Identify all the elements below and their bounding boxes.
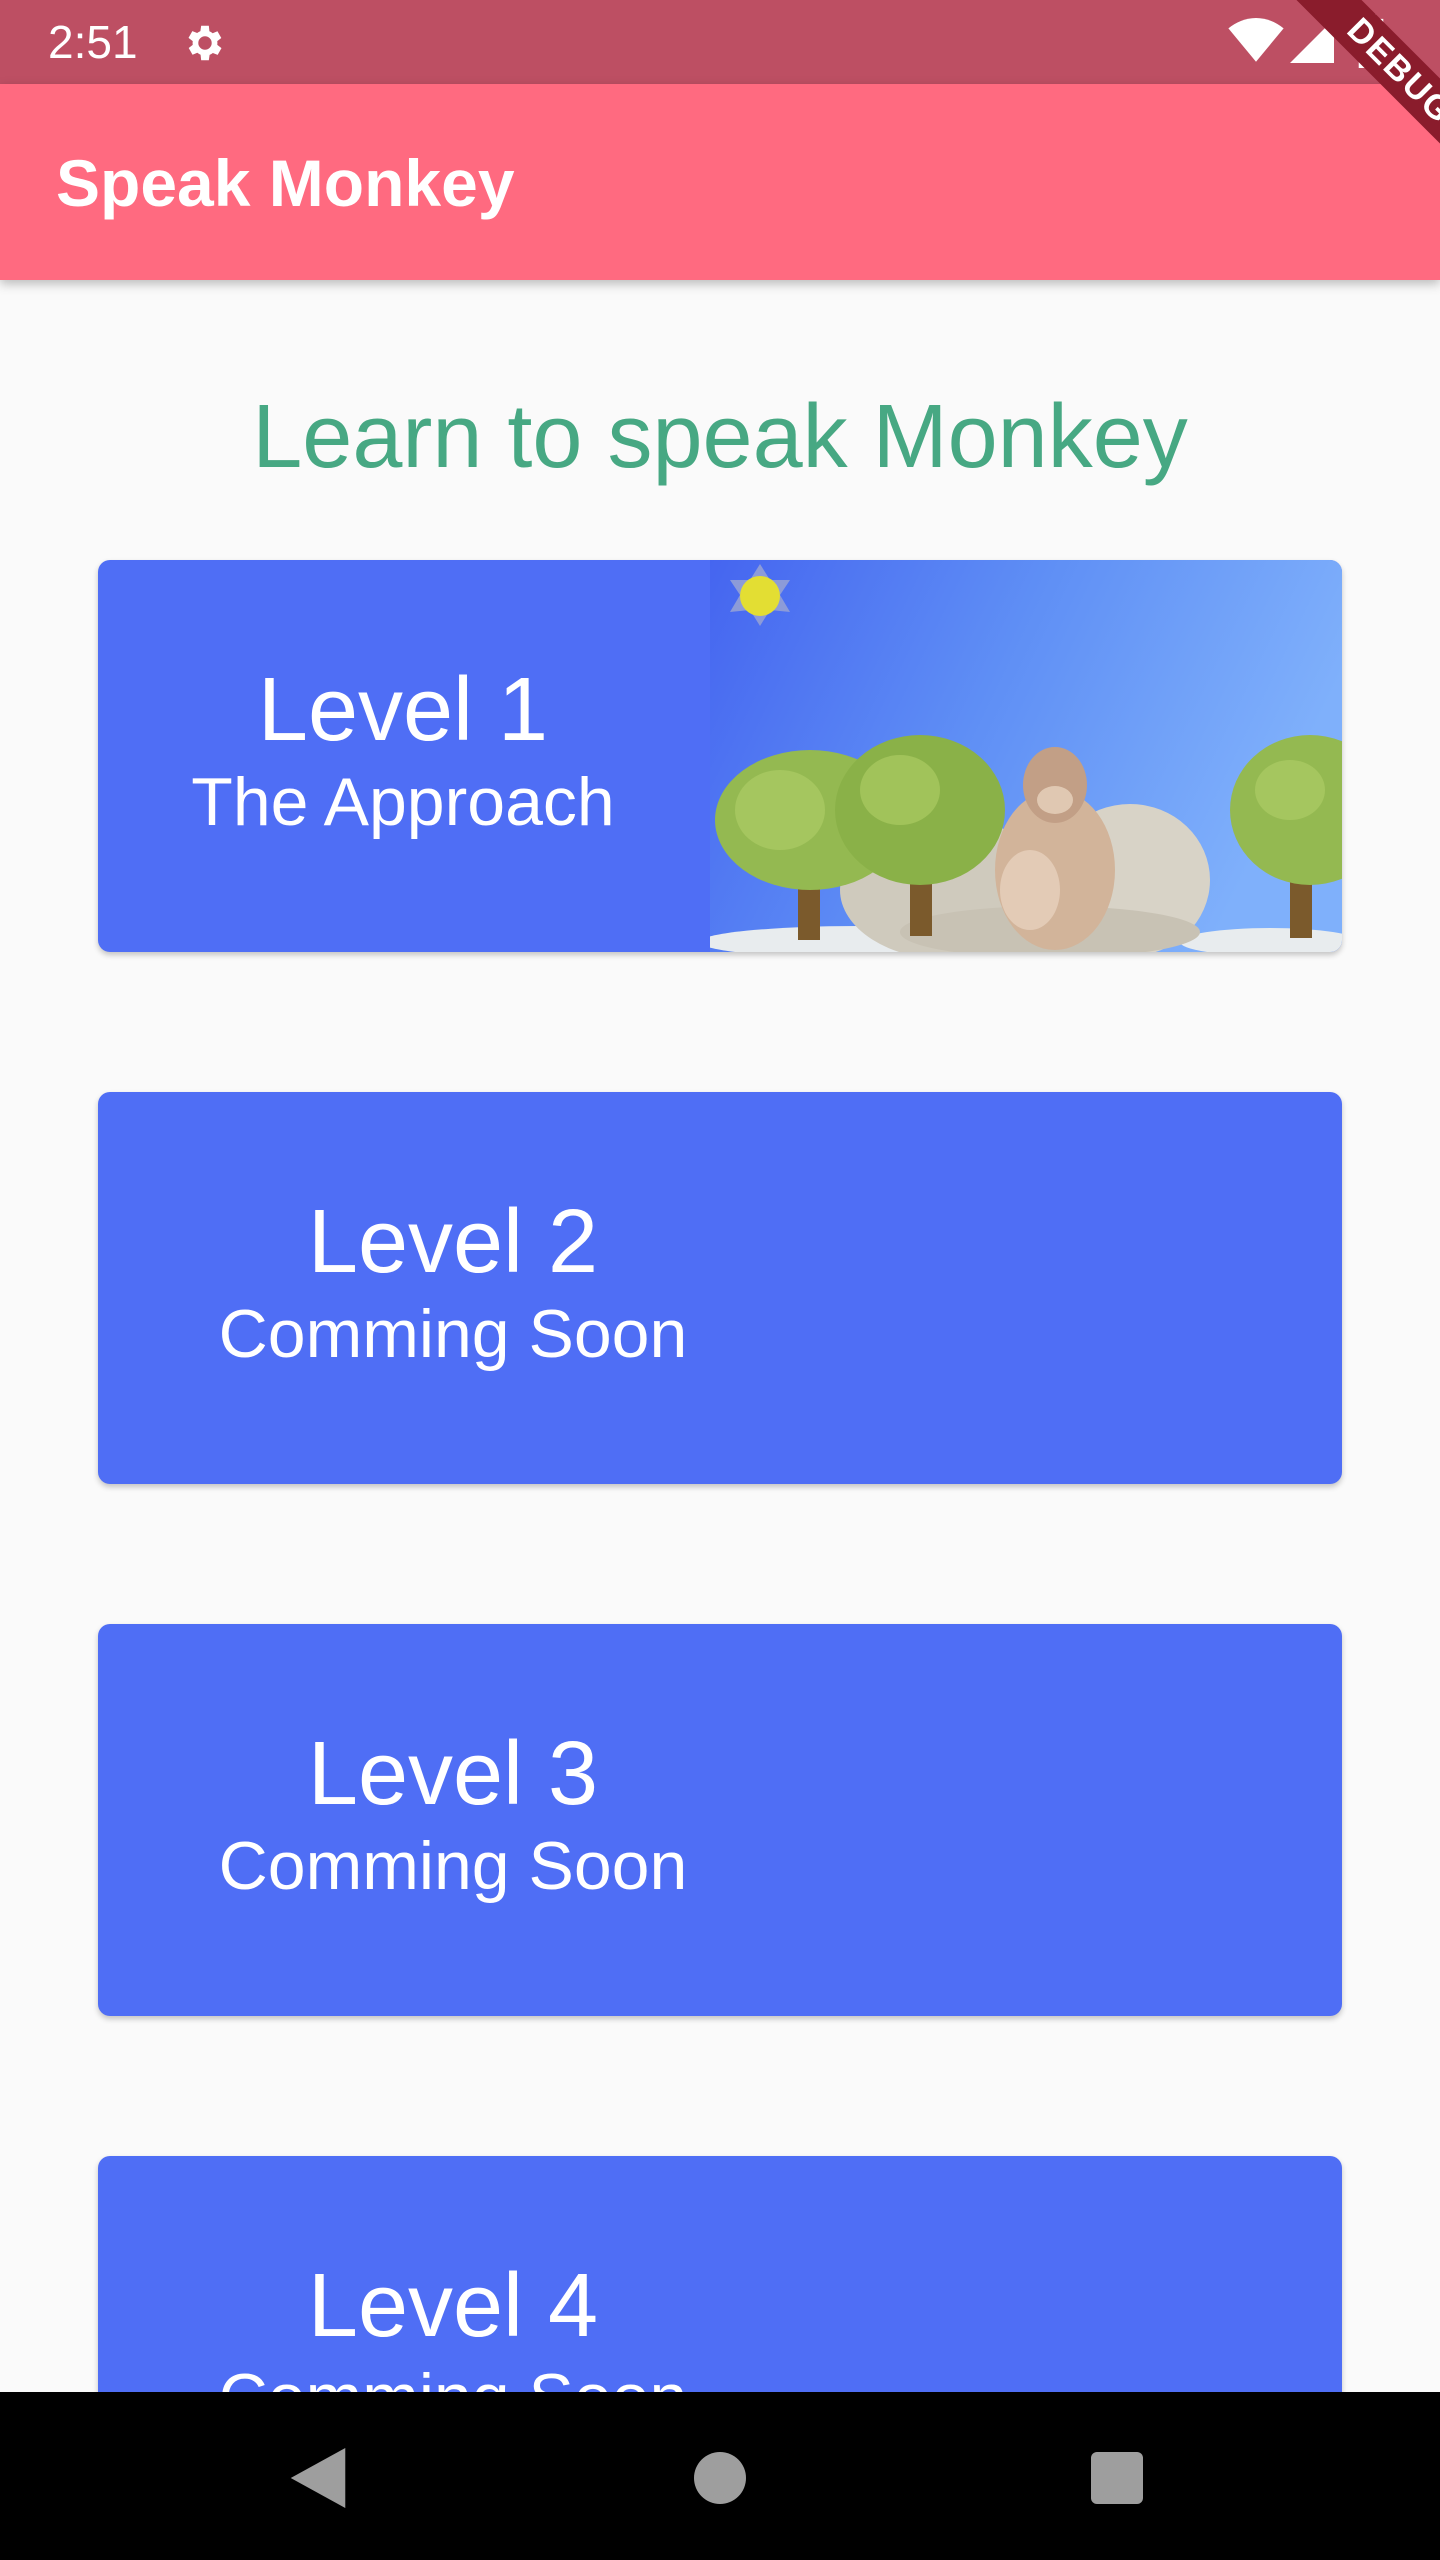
level-subtitle: Comming Soon [218, 1828, 688, 1904]
level-card-text: Level 1 The Approach [98, 660, 708, 844]
monkey-scene-illustration [710, 560, 1342, 952]
level-title: Level 4 [307, 2256, 599, 2356]
status-time: 2:51 [48, 16, 138, 68]
level-card-text: Level 2 Comming Soon [98, 1192, 808, 1376]
level-title: Level 3 [307, 1724, 599, 1824]
navigation-bar [0, 2392, 1440, 2560]
app-bar: Speak Monkey [0, 84, 1440, 280]
level-card-1[interactable]: Level 1 The Approach [98, 560, 1342, 952]
level-card-2[interactable]: Level 2 Comming Soon [98, 1092, 1342, 1484]
debug-label: DEBUG [1277, 0, 1440, 194]
app-title: Speak Monkey [56, 146, 515, 220]
recents-icon[interactable] [1091, 2452, 1143, 2504]
gear-icon [188, 25, 222, 61]
status-bar: 2:51 [0, 0, 1440, 84]
home-icon[interactable] [694, 2452, 746, 2504]
level-title: Level 2 [307, 1192, 599, 1292]
level-subtitle: Comming Soon [218, 1296, 688, 1372]
back-icon[interactable] [290, 2448, 346, 2508]
level-card-text: Level 3 Comming Soon [98, 1724, 808, 1908]
level-title: Level 1 [257, 660, 549, 760]
level-card-3[interactable]: Level 3 Comming Soon [98, 1624, 1342, 2016]
debug-banner: DEBUG [1230, 0, 1440, 210]
page-heading: Learn to speak Monkey [252, 387, 1188, 487]
level-subtitle: The Approach [191, 764, 615, 840]
